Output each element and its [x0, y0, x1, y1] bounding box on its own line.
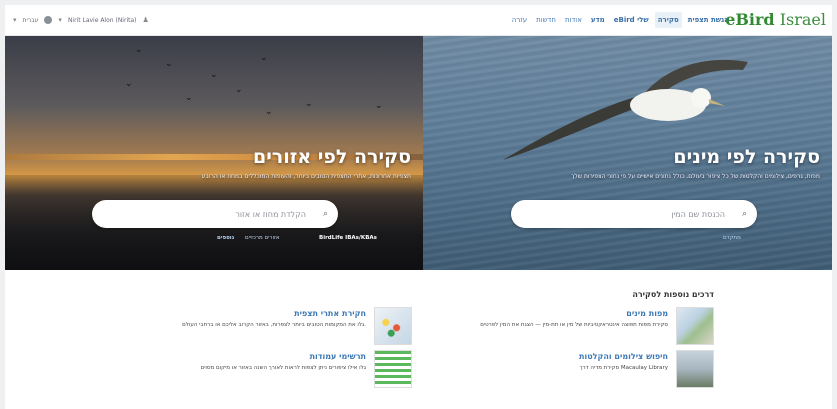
species-search: ⌕: [511, 200, 757, 228]
explore-regions-title: סקירה לפי אזורים: [252, 146, 411, 168]
bird-silhouette-icon: ⌄: [135, 45, 143, 55]
bird-silhouette-icon: ⌄: [165, 59, 173, 69]
card-title[interactable]: תרשימי עמודות: [310, 352, 366, 361]
nav-news[interactable]: חדשות: [533, 12, 559, 28]
card-description: גלו את המקומות הטובים ביותר לצפרות, באזו…: [182, 322, 366, 328]
nav-my-ebird[interactable]: eBird שלי: [611, 12, 652, 28]
card-description: סקירת מפות תפוצה אינטראקטיביות של מין או…: [480, 322, 668, 328]
bird-silhouette-icon: ⌄: [265, 107, 273, 117]
search-icon: ⌕: [741, 209, 747, 219]
nav-explore[interactable]: סקירה: [654, 12, 682, 28]
bird-silhouette-icon: ⌄: [125, 79, 133, 89]
user-menu[interactable]: Nirit Lavie Alon (Nirita): [68, 17, 137, 24]
globe-icon: [44, 16, 53, 24]
explore-species-panel: סקירה לפי מינים מפות, גרפים, צילומים והק…: [423, 36, 832, 270]
hotspot-map-thumbnail: [374, 307, 412, 345]
more-ways-title: דרכים נוספות לסקירה: [632, 290, 714, 299]
user-area: ▾ עברית ▾ Nirit Lavie Alon (Nirita) ♟: [13, 13, 149, 27]
bird-silhouette-icon: ⌄: [210, 70, 218, 80]
card-species-maps[interactable]: מפות מינים סקירת מפות תפוצה אינטראקטיביו…: [474, 307, 714, 347]
card-title[interactable]: מפות מינים: [626, 309, 668, 318]
top-header: eBird Israel הגשת תצפית סקירה eBird שלי …: [5, 5, 832, 36]
nav-help[interactable]: עזרה: [509, 12, 530, 28]
nav-about[interactable]: אודות: [562, 12, 585, 28]
ebird-israel-logo[interactable]: eBird Israel: [725, 10, 826, 30]
nav-science[interactable]: מדע: [588, 12, 608, 28]
ibas-link[interactable]: BirdLife IBAs/KBAs: [319, 234, 377, 242]
card-title[interactable]: חיפוש צילומים והקלטות: [579, 352, 668, 361]
bird-silhouette-icon: ⌄: [235, 85, 243, 95]
bird-silhouette-icon: ⌄: [260, 53, 268, 63]
card-title[interactable]: חקירת אתרי תצפית: [294, 309, 366, 318]
card-bar-charts[interactable]: תרשימי עמודות גלו אילו ציפורים ניתן לצפו…: [172, 350, 412, 390]
bird-silhouette-icon: ⌄: [305, 99, 313, 109]
explore-regions-description: תצפיות אחרונות, אתרי התצפית הטובים ביותר…: [201, 173, 411, 180]
chevron-down-icon: ▾: [58, 16, 62, 24]
chevron-down-icon: ▾: [13, 16, 17, 24]
species-map-thumbnail: [676, 307, 714, 345]
card-media-search[interactable]: חיפוש צילומים והקלטות סקירת מדיה דרך Mac…: [474, 350, 714, 390]
card-hotspots[interactable]: חקירת אתרי תצפית גלו את המקומות הטובים ב…: [172, 307, 412, 347]
bar-chart-thumbnail: [374, 350, 412, 388]
nav-submit[interactable]: הגשת תצפית: [685, 12, 732, 28]
page: eBird Israel הגשת תצפית סקירה eBird שלי …: [5, 5, 832, 409]
language-selector[interactable]: עברית: [23, 17, 39, 24]
region-search: ⌕: [92, 200, 338, 228]
species-search-input[interactable]: [525, 206, 725, 222]
explore-species-title: סקירה לפי מינים: [673, 146, 820, 168]
bird-silhouette-icon: ⌄: [185, 93, 193, 103]
more-areas-link[interactable]: נוספים: [217, 234, 234, 242]
advanced-search-link[interactable]: מתקדם: [723, 234, 741, 242]
card-description: סקירת מדיה דרך Macaulay Library: [579, 365, 668, 371]
region-search-input[interactable]: [106, 206, 306, 222]
media-thumbnail: [676, 350, 714, 388]
bird-silhouette-icon: ⌄: [375, 101, 383, 111]
key-areas-link[interactable]: אזורים מרכזיים: [245, 234, 280, 242]
explore-regions-panel: ⌄ ⌄ ⌄ ⌄ ⌄ ⌄ ⌄ ⌄ ⌄ ⌄ סקירה לפי אזורים תצפ…: [5, 36, 423, 270]
user-icon: ♟: [142, 16, 149, 24]
main-nav: הגשת תצפית סקירה eBird שלי מדע אודות חדש…: [509, 12, 732, 28]
explore-species-description: מפות, גרפים, צילומים והקלטות של כל ציפור…: [571, 173, 820, 180]
card-description: גלו אילו ציפורים ניתן לצפות לראות לאורך …: [200, 365, 366, 371]
search-icon: ⌕: [322, 209, 328, 219]
